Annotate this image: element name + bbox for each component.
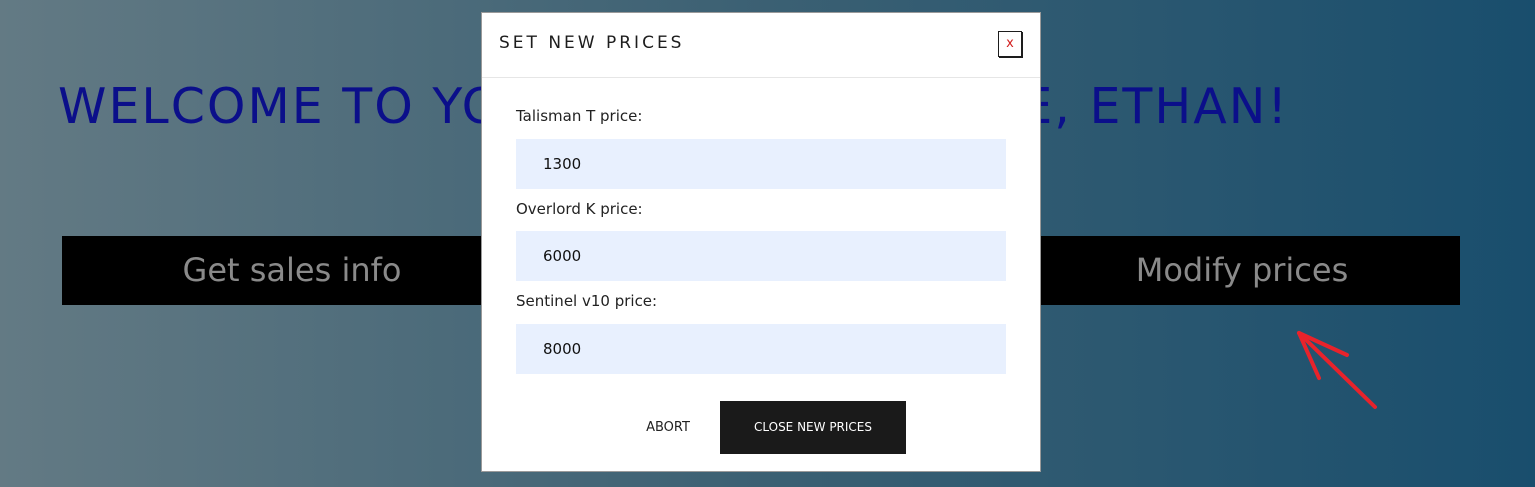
abort-button[interactable]: ABORT xyxy=(632,401,704,454)
modal-header: SET NEW PRICES x xyxy=(482,13,1040,78)
close-icon[interactable]: x xyxy=(998,31,1022,57)
modal-title: SET NEW PRICES xyxy=(499,33,685,53)
talisman-price-label: Talisman T price: xyxy=(516,107,643,125)
overlord-price-label: Overlord K price: xyxy=(516,200,643,218)
get-sales-info-button[interactable]: Get sales info xyxy=(62,236,522,305)
close-new-prices-button[interactable]: CLOSE NEW PRICES xyxy=(720,401,906,454)
sentinel-price-input[interactable] xyxy=(516,324,1006,374)
set-new-prices-modal: SET NEW PRICES x Talisman T price: Overl… xyxy=(481,12,1041,472)
modify-prices-button[interactable]: Modify prices xyxy=(1042,236,1442,305)
talisman-price-input[interactable] xyxy=(516,139,1006,189)
overlord-price-input[interactable] xyxy=(516,231,1006,281)
red-arrow-icon xyxy=(1297,331,1377,409)
sentinel-price-label: Sentinel v10 price: xyxy=(516,292,658,310)
